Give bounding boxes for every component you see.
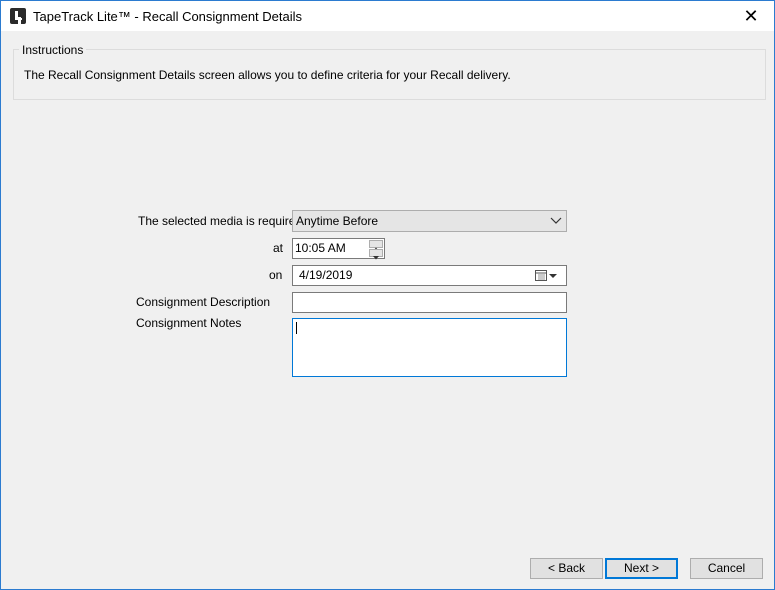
at-label: at xyxy=(273,241,284,255)
instructions-text: The Recall Consignment Details screen al… xyxy=(24,68,511,82)
cancel-button[interactable]: Cancel xyxy=(690,558,763,579)
tapetrack-logo-icon xyxy=(10,8,26,24)
description-input[interactable] xyxy=(292,292,567,313)
instructions-group: Instructions The Recall Consignment Deta… xyxy=(13,43,766,100)
arrow-down-icon xyxy=(373,256,379,260)
time-spinner xyxy=(369,240,383,260)
required-dropdown[interactable]: Anytime Before xyxy=(292,210,567,232)
required-label: The selected media is required xyxy=(138,214,303,228)
window-title: TapeTrack Lite™ - Recall Consignment Det… xyxy=(33,9,303,24)
time-down-button[interactable] xyxy=(369,249,383,260)
title-bar: TapeTrack Lite™ - Recall Consignment Det… xyxy=(1,1,774,31)
back-button[interactable]: < Back xyxy=(530,558,603,579)
instructions-title: Instructions xyxy=(19,43,87,57)
time-value: 10:05 AM xyxy=(295,241,346,255)
dialog-window: TapeTrack Lite™ - Recall Consignment Det… xyxy=(0,0,775,590)
required-dropdown-value: Anytime Before xyxy=(296,214,379,228)
date-value: 4/19/2019 xyxy=(299,268,353,282)
time-up-button[interactable] xyxy=(369,240,383,251)
calendar-icon[interactable] xyxy=(535,269,559,283)
notes-label: Consignment Notes xyxy=(136,316,242,330)
on-label: on xyxy=(269,268,283,282)
next-button[interactable]: Next > xyxy=(605,558,678,579)
time-picker[interactable]: 10:05 AM xyxy=(292,238,385,260)
date-picker[interactable]: 4/19/2019 xyxy=(292,265,567,286)
chevron-down-icon xyxy=(550,217,562,224)
text-caret xyxy=(296,322,297,334)
notes-textarea[interactable] xyxy=(292,318,567,377)
description-label: Consignment Description xyxy=(136,295,271,309)
close-icon[interactable]: ✕ xyxy=(728,1,774,31)
